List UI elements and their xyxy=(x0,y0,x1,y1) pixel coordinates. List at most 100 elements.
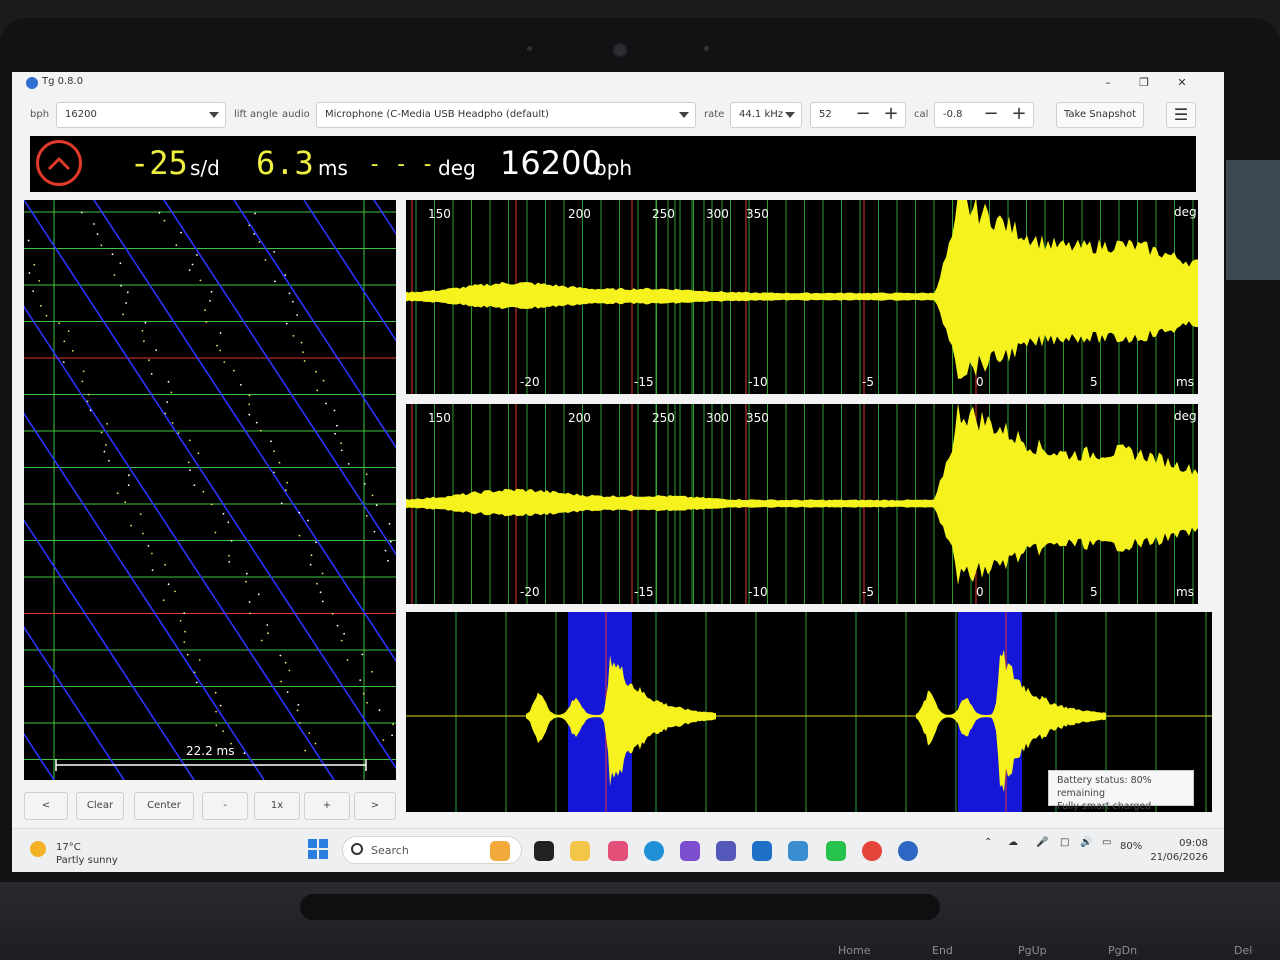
diagonal-line xyxy=(303,200,396,342)
beat-dot xyxy=(309,563,312,566)
waveform-panel-1: 150 200 250 300 350 deg -20 -15 -10 -5 0 5 ms xyxy=(406,200,1198,394)
bph-combobox[interactable]: 16200 xyxy=(56,102,226,128)
beat-dot xyxy=(113,274,116,276)
beat-dot xyxy=(40,304,42,307)
time-tick-label: 0 xyxy=(976,375,984,389)
beat-dot xyxy=(158,211,161,214)
copilot-icon[interactable] xyxy=(608,841,628,861)
beat-dot xyxy=(219,704,222,707)
remote-desktop-icon[interactable] xyxy=(788,841,808,861)
widgets-icon[interactable] xyxy=(490,841,510,861)
beat-dot xyxy=(259,429,262,432)
edge-icon[interactable] xyxy=(644,841,664,861)
beat-dot xyxy=(288,292,291,295)
beat-dot xyxy=(100,431,103,434)
beat-dot xyxy=(321,572,324,575)
beat-dot xyxy=(279,654,282,657)
taskbar-clock[interactable]: 09:08 21/06/2026 xyxy=(1140,837,1208,865)
increment-button[interactable]: + xyxy=(877,103,905,127)
center-button[interactable]: Center xyxy=(134,792,194,820)
beat-dot xyxy=(240,384,242,386)
time-tick-label: 5 xyxy=(1090,375,1098,389)
time-tick-label: -20 xyxy=(520,375,540,389)
take-snapshot-button[interactable]: Take Snapshot xyxy=(1056,102,1144,128)
clock-date: 21/06/2026 xyxy=(1150,852,1208,863)
microphone-icon[interactable]: 🎤 xyxy=(1036,837,1048,848)
beat-dot xyxy=(175,244,178,247)
hamburger-menu-icon[interactable]: ☰ xyxy=(1166,102,1196,128)
beat-dot xyxy=(81,380,84,383)
tg-app-icon[interactable] xyxy=(898,841,918,861)
chrome-icon[interactable] xyxy=(862,841,882,861)
beat-dot xyxy=(33,263,36,266)
beat-dot xyxy=(273,450,275,453)
windows-start-icon[interactable] xyxy=(308,839,328,859)
task-view-icon[interactable] xyxy=(534,841,554,861)
calibration-spinner[interactable]: -0.8 − + xyxy=(934,102,1034,128)
battery-tooltip: Battery status: 80% remaining Fully smar… xyxy=(1048,770,1194,812)
amplitude-tick-label: 200 xyxy=(568,207,591,221)
network-icon[interactable]: □ xyxy=(1060,837,1069,848)
beat-dot xyxy=(180,231,183,234)
beat-dot xyxy=(63,340,66,343)
beat-dot xyxy=(80,211,83,214)
weather-text: Partly sunny xyxy=(56,855,118,866)
beat-dot xyxy=(111,253,114,256)
beat-dot xyxy=(93,223,95,225)
beat-dot xyxy=(248,413,251,416)
microsoft-365-icon[interactable] xyxy=(680,841,700,861)
zoom-in-button[interactable]: + xyxy=(304,792,350,820)
minimize-icon[interactable]: – xyxy=(1098,74,1118,92)
beat-dot xyxy=(371,670,373,673)
sample-rate-select[interactable]: 44.1 kHz xyxy=(730,102,802,128)
partly-sunny-icon xyxy=(30,841,46,857)
bph-readout: 16200 xyxy=(500,144,602,182)
close-icon[interactable]: ✕ xyxy=(1172,74,1192,92)
increment-button[interactable]: + xyxy=(1005,103,1033,127)
teams-icon[interactable] xyxy=(716,841,736,861)
beat-dot xyxy=(183,641,186,643)
zoom-level-button[interactable]: 1x xyxy=(254,792,300,820)
amplitude-unit: deg xyxy=(438,156,476,180)
beat-dot xyxy=(151,569,154,571)
decrement-button[interactable]: − xyxy=(977,103,1005,127)
lift-angle-spinner[interactable]: 52 − + xyxy=(810,102,906,128)
maximize-icon[interactable]: ❐ xyxy=(1134,74,1154,92)
beat-dot xyxy=(209,300,211,302)
clear-button[interactable]: Clear xyxy=(76,792,124,820)
readout-bar: -25 s/d 6.3 ms - - - deg 16200 bph xyxy=(30,136,1196,192)
scroll-right-button[interactable]: > xyxy=(354,792,396,820)
beat-dot xyxy=(258,241,261,243)
beat-dot xyxy=(378,709,381,712)
beat-dot xyxy=(222,512,225,515)
outlook-icon[interactable] xyxy=(752,841,772,861)
paperstrip-panel[interactable]: 22.2 ms xyxy=(24,200,396,780)
beat-dot xyxy=(191,263,194,266)
cloud-icon[interactable]: ☁ xyxy=(1008,837,1018,848)
amplitude-tick-label: 300 xyxy=(706,207,729,221)
scroll-left-button[interactable]: < xyxy=(24,792,68,820)
chevron-up-icon[interactable]: ⌃ xyxy=(984,837,992,848)
beat-dot xyxy=(316,582,318,585)
beat-dot xyxy=(343,632,345,635)
audio-device-select[interactable]: Microphone (C-Media USB Headpho (default… xyxy=(316,102,696,128)
decrement-button[interactable]: − xyxy=(849,103,877,127)
volume-icon[interactable]: 🔊 xyxy=(1080,837,1092,848)
beat-dot xyxy=(106,423,108,425)
beat-dot xyxy=(284,274,287,276)
beat-dot xyxy=(179,620,182,622)
beat-dot xyxy=(340,449,343,452)
whatsapp-icon[interactable] xyxy=(826,841,846,861)
beat-dot xyxy=(230,539,233,542)
time-tick-label: -5 xyxy=(862,375,874,389)
beat-dot xyxy=(167,583,170,586)
beat-dot xyxy=(155,349,158,351)
zoom-out-button[interactable]: - xyxy=(202,792,248,820)
beat-dot xyxy=(198,659,201,661)
beat-dot xyxy=(248,601,251,603)
beat-dot xyxy=(124,501,127,503)
battery-icon[interactable]: ▭ xyxy=(1102,837,1111,848)
beat-dot xyxy=(219,349,222,352)
file-explorer-icon[interactable] xyxy=(570,841,590,861)
lift-angle-value: 52 xyxy=(819,109,832,120)
